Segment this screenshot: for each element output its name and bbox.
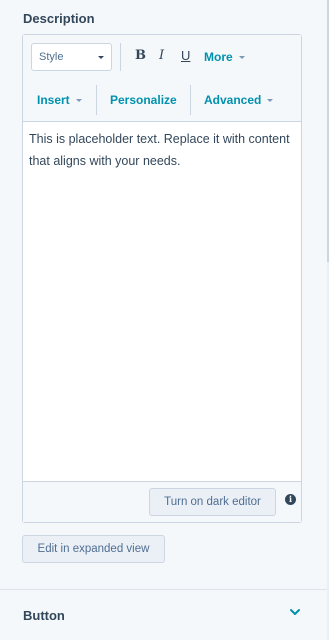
description-label: Description [23,11,95,26]
advanced-button[interactable]: Advanced [204,93,274,107]
chevron-down-icon[interactable] [288,605,302,619]
more-button[interactable]: More [204,50,245,64]
more-button-label: More [204,50,233,64]
caret-down-icon [98,56,104,59]
style-select-value: Style [39,51,64,63]
rich-text-editor: Style B I U More Insert Personalize Adva… [22,34,302,523]
advanced-button-label: Advanced [204,93,262,107]
personalize-button[interactable]: Personalize [110,93,177,107]
style-select[interactable]: Style [31,43,112,71]
chevron-down-icon [238,56,245,60]
section-divider [0,589,327,590]
editor-content[interactable]: This is placeholder text. Replace it wit… [29,128,291,172]
dark-editor-button[interactable]: Turn on dark editor [149,488,276,516]
chevron-down-icon [267,99,274,103]
edit-expanded-view-button[interactable]: Edit in expanded view [22,535,165,563]
toolbar-divider [120,43,121,71]
editor-footer: Turn on dark editor i [23,481,301,522]
editor-toolbar: Style B I U More Insert Personalize Adva… [23,35,301,122]
insert-button[interactable]: Insert [37,93,82,107]
button-section-label: Button [23,608,65,623]
bold-button[interactable]: B [135,48,146,63]
insert-button-label: Insert [37,93,70,107]
toolbar-divider [96,85,97,115]
italic-button[interactable]: I [159,48,164,63]
personalize-button-label: Personalize [110,93,177,107]
info-icon[interactable]: i [285,494,296,505]
chevron-down-icon [75,99,82,103]
toolbar-divider [190,85,191,115]
underline-button[interactable]: U [181,48,190,63]
